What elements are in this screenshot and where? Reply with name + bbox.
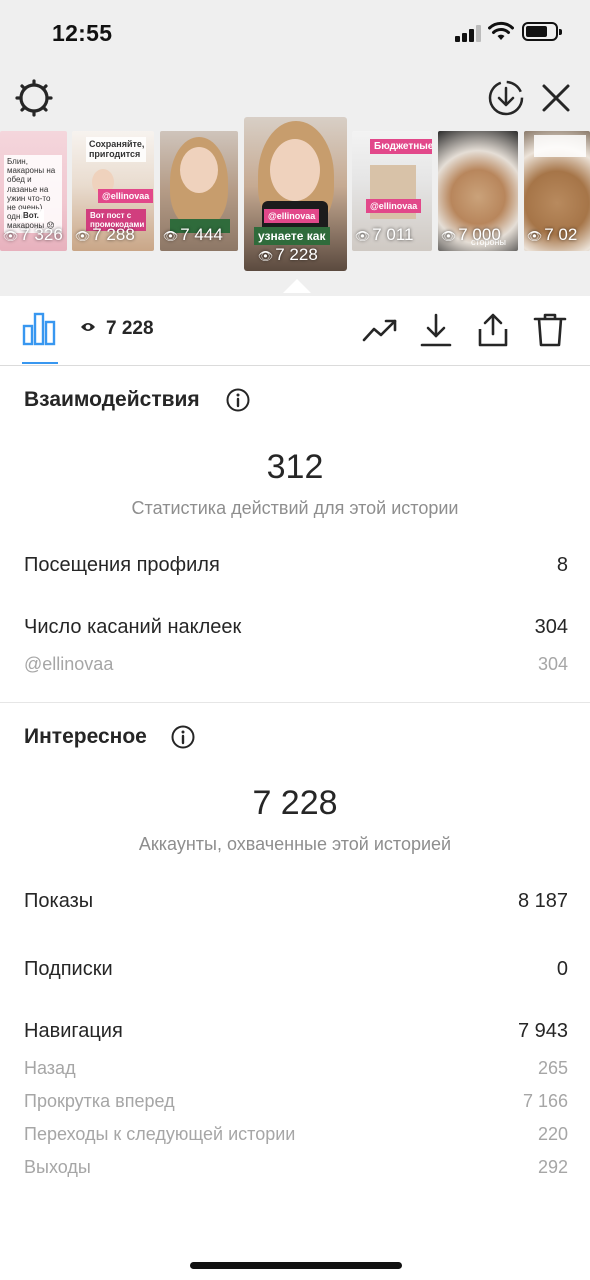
story-views: 👁 7 000 <box>441 225 501 244</box>
selected-story-pointer <box>283 279 311 293</box>
battery-icon <box>522 22 562 41</box>
wifi-icon <box>488 21 514 40</box>
tab-insights[interactable] <box>22 310 58 364</box>
nav-next-story-label: Переходы к следующей истории <box>24 1124 296 1144</box>
story-thumbnail[interactable]: Сохраняйте, пригодится @ellinovaa Вот по… <box>72 131 154 251</box>
section-divider <box>0 702 590 703</box>
story-thumbnail-selected[interactable]: @ellinovaa узнаете как 👁 7 228 <box>244 117 347 271</box>
profile-visits-label: Посещения профиля <box>24 554 220 576</box>
accounts-reached-caption: Аккаунты, охваченные этой историей <box>138 834 452 854</box>
story-tag: @ellinovaa <box>264 209 320 223</box>
sticker-taps-value: 304 <box>534 616 568 638</box>
story-thumbnail[interactable]: стороны 👁 7 000 <box>438 131 518 251</box>
interactions-heading: Взаимодействия <box>24 388 200 411</box>
bar-chart-icon <box>22 312 56 346</box>
story-thumbnail[interactable]: Блин, макароны на обед и лазанье на ужин… <box>0 131 67 251</box>
story-tag: Вот. <box>20 209 44 223</box>
story-views: 👁 7 228 <box>258 245 318 264</box>
sticker-mention-label[interactable]: @ellinovaa <box>24 654 113 675</box>
nav-back-value: 265 <box>537 1058 568 1078</box>
reach-count: 7 228 <box>80 318 154 340</box>
info-icon[interactable] <box>171 725 195 749</box>
save-story-icon[interactable] <box>486 78 526 118</box>
interactions-total: 312 <box>266 448 324 486</box>
status-bar: 12:55 <box>0 0 590 64</box>
home-indicator[interactable] <box>190 1262 402 1269</box>
nav-forward-value: 7 166 <box>522 1091 568 1111</box>
info-icon[interactable] <box>226 388 250 412</box>
sticker-mention-value: 304 <box>537 654 568 674</box>
navigation-label: Навигация <box>24 1020 123 1042</box>
story-tag: @ellinovaa <box>98 189 154 203</box>
story-thumbnail[interactable]: 👁 7 444 <box>160 131 238 251</box>
profile-visits-value: 8 <box>556 554 568 576</box>
nav-forward-label: Прокрутка вперед <box>24 1091 175 1111</box>
accounts-reached-total: 7 228 <box>252 784 338 822</box>
story-tag: узнаете как <box>254 227 330 245</box>
story-views: 👁 7 444 <box>163 225 223 244</box>
nav-exits-label: Выходы <box>24 1157 91 1177</box>
story-thumbnail-strip: Блин, макароны на обед и лазанье на ужин… <box>0 117 590 271</box>
share-icon[interactable] <box>475 312 511 348</box>
trash-icon[interactable] <box>532 312 568 348</box>
follows-value: 0 <box>556 958 568 980</box>
story-views: 👁 7 011 <box>355 225 414 244</box>
story-views: 👁 7 288 <box>75 225 135 244</box>
cellular-signal-icon <box>455 24 483 42</box>
story-caption: Сохраняйте, пригодится <box>86 137 146 162</box>
clock: 12:55 <box>52 20 113 46</box>
story-views: 👁 7 02 <box>527 225 578 244</box>
story-thumbnail[interactable]: Бюджетные @ellinovaa 👁 7 011 <box>352 131 432 251</box>
sticker-taps-label: Число касаний наклеек <box>24 616 242 638</box>
reach-count-value: 7 228 <box>106 318 154 339</box>
impressions-value: 8 187 <box>517 890 568 912</box>
interactions-caption: Статистика действий для этой истории <box>131 498 459 518</box>
nav-back-label: Назад <box>24 1058 76 1078</box>
story-tag: @ellinovaa <box>366 199 422 213</box>
nav-next-story-value: 220 <box>537 1124 568 1144</box>
story-insights-toolbar: 7 228 <box>0 296 590 366</box>
trending-up-icon[interactable] <box>362 312 398 348</box>
impressions-label: Показы <box>24 890 94 912</box>
settings-gear-icon[interactable] <box>14 78 54 118</box>
download-icon[interactable] <box>418 312 454 348</box>
close-icon[interactable] <box>540 82 572 114</box>
navigation-value: 7 943 <box>517 1020 568 1042</box>
follows-label: Подписки <box>24 958 113 980</box>
story-caption: Бюджетные <box>370 139 432 154</box>
nav-exits-value: 292 <box>537 1157 568 1177</box>
discovery-heading: Интересное <box>24 725 147 748</box>
story-thumbnail[interactable]: 👁 7 02 <box>524 131 590 251</box>
story-views: 👁 7 326 <box>3 225 63 244</box>
eye-icon <box>81 323 95 332</box>
